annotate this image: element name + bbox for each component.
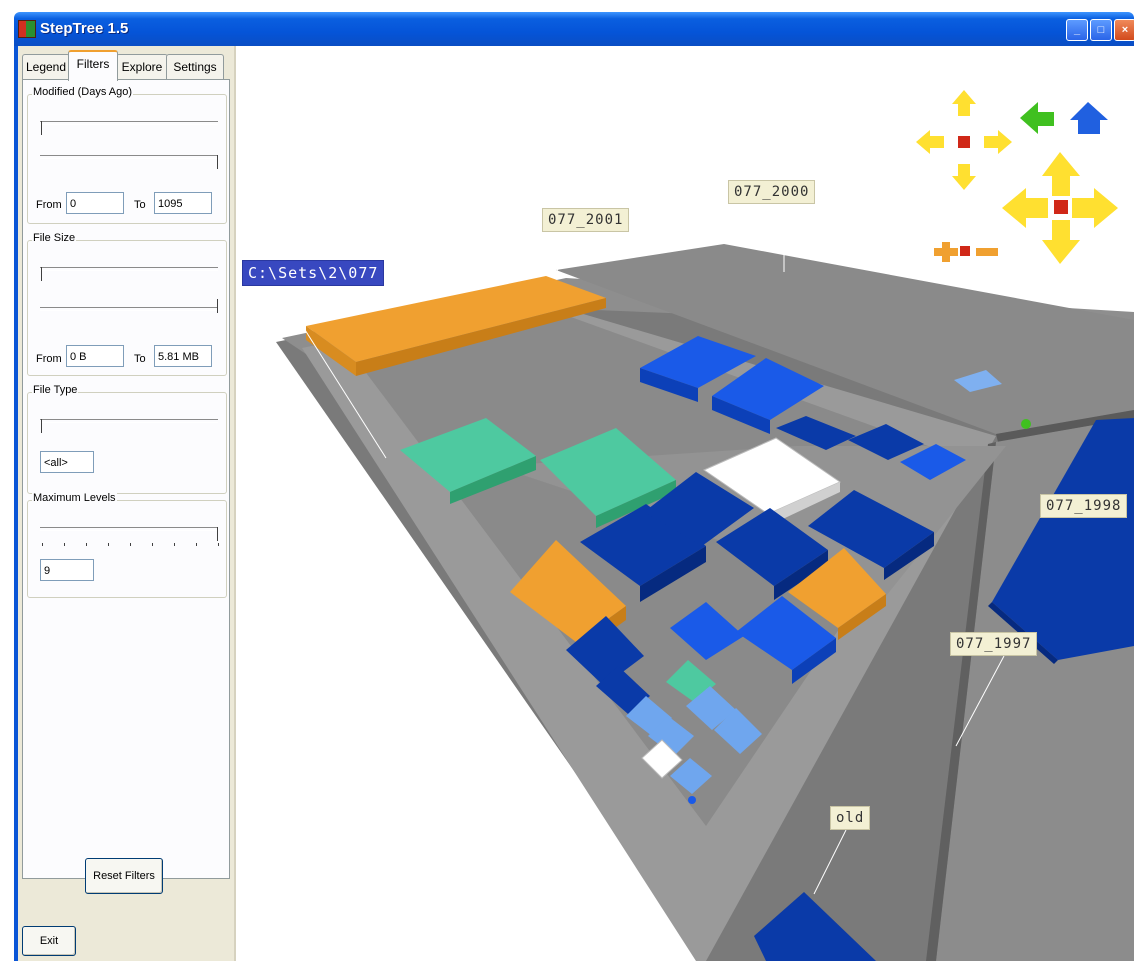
pan-left-arrow-icon — [1002, 188, 1048, 228]
zoom-in-icon — [934, 242, 958, 262]
treemap-scene[interactable] — [236, 46, 1134, 961]
reset-filters-button[interactable]: Reset Filters — [85, 858, 163, 894]
green-dot — [1021, 419, 1031, 429]
tab-explore[interactable]: Explore — [116, 54, 168, 79]
max-levels-group: Maximum Levels 9 — [27, 492, 227, 598]
modified-to-label: To — [134, 199, 146, 211]
tab-settings[interactable]: Settings — [166, 54, 224, 79]
max-levels-slider[interactable] — [40, 527, 218, 531]
folder-label-root[interactable]: C:\Sets\2\077 — [242, 260, 385, 286]
blue-dot — [688, 796, 696, 804]
max-levels-thumb[interactable] — [214, 527, 218, 541]
modified-group: Modified (Days Ago) From 0 To 1095 — [27, 86, 227, 224]
modified-max-thumb[interactable] — [214, 155, 218, 169]
file-size-min-thumb[interactable] — [41, 267, 45, 281]
modified-max-slider[interactable] — [40, 155, 218, 159]
max-levels-ticks — [42, 543, 220, 547]
modified-label: Modified (Days Ago) — [32, 86, 134, 98]
file-type-label: File Type — [32, 384, 79, 396]
app-icon — [18, 20, 36, 38]
close-button[interactable]: × — [1114, 19, 1134, 41]
folder-label-old[interactable]: old — [830, 806, 871, 830]
maximize-button[interactable]: □ — [1090, 19, 1112, 41]
modified-from-input[interactable]: 0 — [66, 192, 124, 214]
tab-strip: Legend Filters Explore Settings — [22, 50, 232, 81]
file-size-to-input[interactable]: 5.81 MB — [154, 345, 212, 367]
file-size-from-label: From — [36, 353, 62, 365]
home-up-arrow-icon — [1070, 102, 1108, 134]
file-size-from-input[interactable]: 0 B — [66, 345, 124, 367]
rotate-down-arrow-icon — [952, 164, 976, 190]
file-size-max-thumb[interactable] — [214, 299, 218, 313]
file-type-slider[interactable] — [40, 419, 218, 423]
left-panel: Legend Filters Explore Settings Modified… — [18, 46, 236, 961]
rotate-left-arrow-icon — [916, 130, 944, 154]
file-size-to-label: To — [134, 353, 146, 365]
pan-control[interactable] — [1002, 152, 1118, 264]
file-size-group: File Size From 0 B To 5.81 MB — [27, 232, 227, 376]
file-type-input[interactable]: <all> — [40, 451, 94, 473]
pan-right-arrow-icon — [1072, 188, 1118, 228]
modified-min-slider[interactable] — [40, 121, 218, 125]
max-levels-label: Maximum Levels — [32, 492, 117, 504]
minimize-button[interactable]: _ — [1066, 19, 1088, 41]
rotate-up-arrow-icon — [952, 90, 976, 116]
window-title: StepTree 1.5 — [40, 20, 129, 37]
pan-up-arrow-icon — [1042, 152, 1080, 196]
back-arrow-icon — [1020, 102, 1054, 134]
max-levels-input[interactable]: 9 — [40, 559, 94, 581]
pan-down-arrow-icon — [1042, 220, 1080, 264]
folder-label-077-2001[interactable]: 077_2001 — [542, 208, 630, 232]
modified-from-label: From — [36, 199, 62, 211]
tab-legend[interactable]: Legend — [22, 54, 70, 79]
filters-page: Modified (Days Ago) From 0 To 1095 File … — [22, 79, 230, 894]
folder-label-077-2000[interactable]: 077_2000 — [728, 180, 816, 204]
rotate-right-arrow-icon — [984, 130, 1012, 154]
folder-label-077-1998[interactable]: 077_1998 — [1040, 494, 1128, 518]
file-size-min-slider[interactable] — [40, 267, 218, 271]
rotation-control[interactable] — [916, 90, 1012, 190]
title-bar: StepTree 1.5 _ □ × — [14, 12, 1134, 46]
tab-filters[interactable]: Filters — [68, 50, 118, 81]
zoom-control[interactable] — [934, 242, 998, 262]
modified-min-thumb[interactable] — [41, 121, 45, 135]
file-size-max-slider[interactable] — [40, 307, 218, 311]
file-size-label: File Size — [32, 232, 77, 244]
folder-label-077-1997[interactable]: 077_1997 — [950, 632, 1038, 656]
treemap-3d-view[interactable]: C:\Sets\2\077 077_2001 077_2000 077_1998… — [236, 46, 1134, 961]
file-type-group: File Type <all> — [27, 384, 227, 494]
exit-button[interactable]: Exit — [22, 926, 76, 956]
file-type-thumb[interactable] — [41, 419, 45, 433]
zoom-out-icon — [976, 248, 998, 256]
modified-to-input[interactable]: 1095 — [154, 192, 212, 214]
